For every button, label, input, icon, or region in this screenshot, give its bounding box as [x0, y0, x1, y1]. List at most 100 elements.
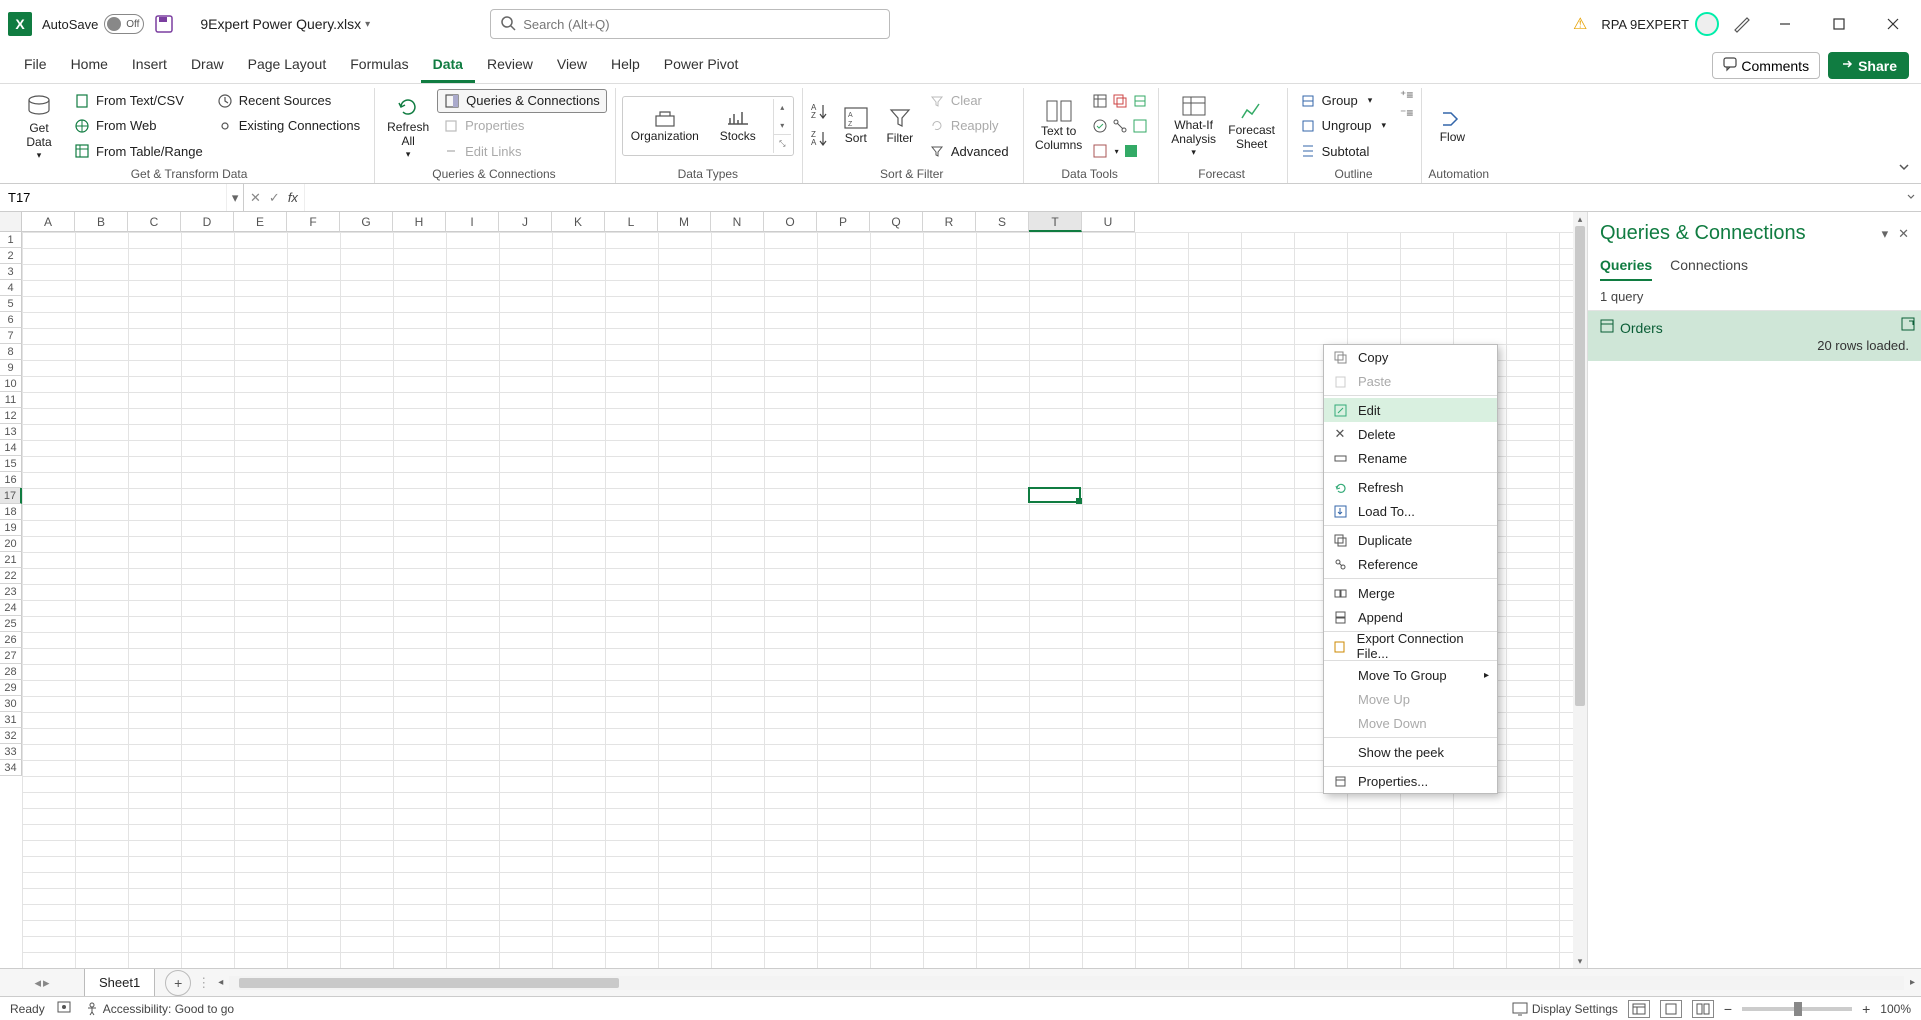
tab-insert[interactable]: Insert [120, 50, 179, 83]
scroll-up-icon[interactable]: ▴ [1573, 212, 1587, 226]
pen-icon[interactable] [1733, 14, 1751, 35]
column-header[interactable]: E [234, 212, 287, 232]
data-validation-icon[interactable] [1090, 114, 1110, 138]
column-header[interactable]: U [1082, 212, 1135, 232]
existing-connections-button[interactable]: Existing Connections [211, 114, 366, 138]
row-header[interactable]: 20 [0, 536, 22, 552]
accessibility-status[interactable]: Accessibility: Good to go [85, 1002, 234, 1016]
show-detail-icon[interactable]: ⁺≡ [1400, 88, 1413, 102]
row-header[interactable]: 8 [0, 344, 22, 360]
row-header[interactable]: 31 [0, 712, 22, 728]
normal-view-icon[interactable] [1628, 1000, 1650, 1018]
menu-show-peek[interactable]: Show the peek [1324, 740, 1497, 764]
row-header[interactable]: 7 [0, 328, 22, 344]
scroll-down-icon[interactable]: ▾ [1573, 954, 1587, 968]
enter-icon[interactable]: ✓ [269, 190, 280, 206]
from-text-csv-button[interactable]: From Text/CSV [68, 89, 209, 113]
column-header[interactable]: O [764, 212, 817, 232]
row-header[interactable]: 9 [0, 360, 22, 376]
sheet-tab-sheet1[interactable]: Sheet1 [84, 969, 155, 996]
column-header[interactable]: K [552, 212, 605, 232]
tab-connections[interactable]: Connections [1670, 253, 1748, 281]
name-box-dropdown-icon[interactable]: ▾ [226, 184, 243, 211]
vertical-scrollbar[interactable]: ▴ ▾ [1573, 212, 1587, 968]
flow-button[interactable]: Flow [1428, 88, 1476, 164]
cancel-icon[interactable]: ✕ [250, 190, 261, 206]
page-layout-view-icon[interactable] [1660, 1000, 1682, 1018]
formula-input[interactable] [305, 184, 1901, 211]
tab-queries[interactable]: Queries [1600, 253, 1652, 281]
row-header[interactable]: 10 [0, 376, 22, 392]
row-header[interactable]: 13 [0, 424, 22, 440]
column-header[interactable]: P [817, 212, 870, 232]
row-header[interactable]: 12 [0, 408, 22, 424]
column-header[interactable]: N [711, 212, 764, 232]
row-header[interactable]: 17 [0, 488, 22, 504]
prev-sheet-icon[interactable]: ◂ [34, 975, 41, 991]
user-account[interactable]: RPA 9EXPERT [1601, 12, 1719, 36]
column-header[interactable]: S [976, 212, 1029, 232]
consolidate-icon[interactable] [1130, 89, 1150, 113]
menu-append[interactable]: Append [1324, 605, 1497, 629]
manage-data-model-icon[interactable] [1130, 114, 1150, 138]
column-header[interactable]: T [1029, 212, 1082, 232]
row-header[interactable]: 21 [0, 552, 22, 568]
sort-button[interactable]: AZ Sort [835, 88, 877, 164]
fx-icon[interactable]: fx [288, 190, 298, 205]
row-header[interactable]: 16 [0, 472, 22, 488]
display-settings-button[interactable]: Display Settings [1512, 1002, 1618, 1016]
new-sheet-button[interactable]: + [165, 970, 191, 996]
get-data-button[interactable]: Get Data ▾ [12, 88, 66, 164]
menu-refresh[interactable]: Refresh [1324, 475, 1497, 499]
next-sheet-icon[interactable]: ▸ [43, 975, 50, 991]
row-header[interactable]: 3 [0, 264, 22, 280]
row-header[interactable]: 22 [0, 568, 22, 584]
row-header[interactable]: 27 [0, 648, 22, 664]
share-button[interactable]: Share [1828, 52, 1909, 79]
toggle-switch[interactable]: Off [104, 14, 144, 34]
collapse-ribbon-icon[interactable] [1897, 160, 1911, 177]
tab-review[interactable]: Review [475, 50, 545, 83]
row-header[interactable]: 25 [0, 616, 22, 632]
scroll-right-icon[interactable]: ▸ [1910, 977, 1915, 988]
search-input[interactable]: Search (Alt+Q) [490, 9, 890, 39]
filter-button[interactable]: Filter [879, 88, 921, 164]
data-tool-icon[interactable]: ▾ [1090, 139, 1121, 163]
text-to-columns-button[interactable]: Text to Columns [1030, 88, 1088, 164]
flash-fill-icon[interactable] [1090, 89, 1110, 113]
column-header[interactable]: H [393, 212, 446, 232]
pane-options-icon[interactable]: ▾ [1882, 226, 1889, 242]
column-header[interactable]: Q [870, 212, 923, 232]
menu-load-to[interactable]: Load To... [1324, 499, 1497, 523]
scroll-left-icon[interactable]: ◂ [218, 977, 223, 988]
from-web-button[interactable]: From Web [68, 114, 209, 138]
row-header[interactable]: 33 [0, 744, 22, 760]
advanced-filter-button[interactable]: Advanced [923, 139, 1015, 163]
row-header[interactable]: 5 [0, 296, 22, 312]
row-header[interactable]: 34 [0, 760, 22, 776]
menu-delete[interactable]: ✕ Delete [1324, 422, 1497, 446]
macro-record-icon[interactable] [57, 1000, 73, 1017]
row-header[interactable]: 15 [0, 456, 22, 472]
tab-draw[interactable]: Draw [179, 50, 236, 83]
comments-button[interactable]: Comments [1712, 52, 1820, 79]
row-header[interactable]: 11 [0, 392, 22, 408]
hide-detail-icon[interactable]: ⁻≡ [1400, 106, 1413, 120]
remove-duplicates-icon[interactable] [1110, 89, 1130, 113]
tab-view[interactable]: View [545, 50, 599, 83]
strip-drag-icon[interactable]: ⋮ [197, 975, 210, 991]
name-box[interactable]: ▾ [0, 184, 244, 211]
row-header[interactable]: 6 [0, 312, 22, 328]
column-header[interactable]: F [287, 212, 340, 232]
tab-home[interactable]: Home [59, 50, 120, 83]
data-tool-icon[interactable] [1121, 139, 1141, 163]
organization-data-type[interactable]: Organization [629, 101, 701, 151]
menu-duplicate[interactable]: Duplicate [1324, 528, 1497, 552]
refresh-all-button[interactable]: Refresh All ▾ [381, 88, 435, 164]
filename[interactable]: 9Expert Power Query.xlsx ▾ [200, 16, 370, 32]
menu-move-to-group[interactable]: Move To Group ▸ [1324, 663, 1497, 687]
forecast-sheet-button[interactable]: Forecast Sheet [1225, 88, 1279, 164]
select-all-corner[interactable] [0, 212, 22, 232]
ungroup-button[interactable]: Ungroup ▾ [1294, 114, 1392, 138]
scroll-down-icon[interactable]: ▾ [774, 117, 791, 135]
